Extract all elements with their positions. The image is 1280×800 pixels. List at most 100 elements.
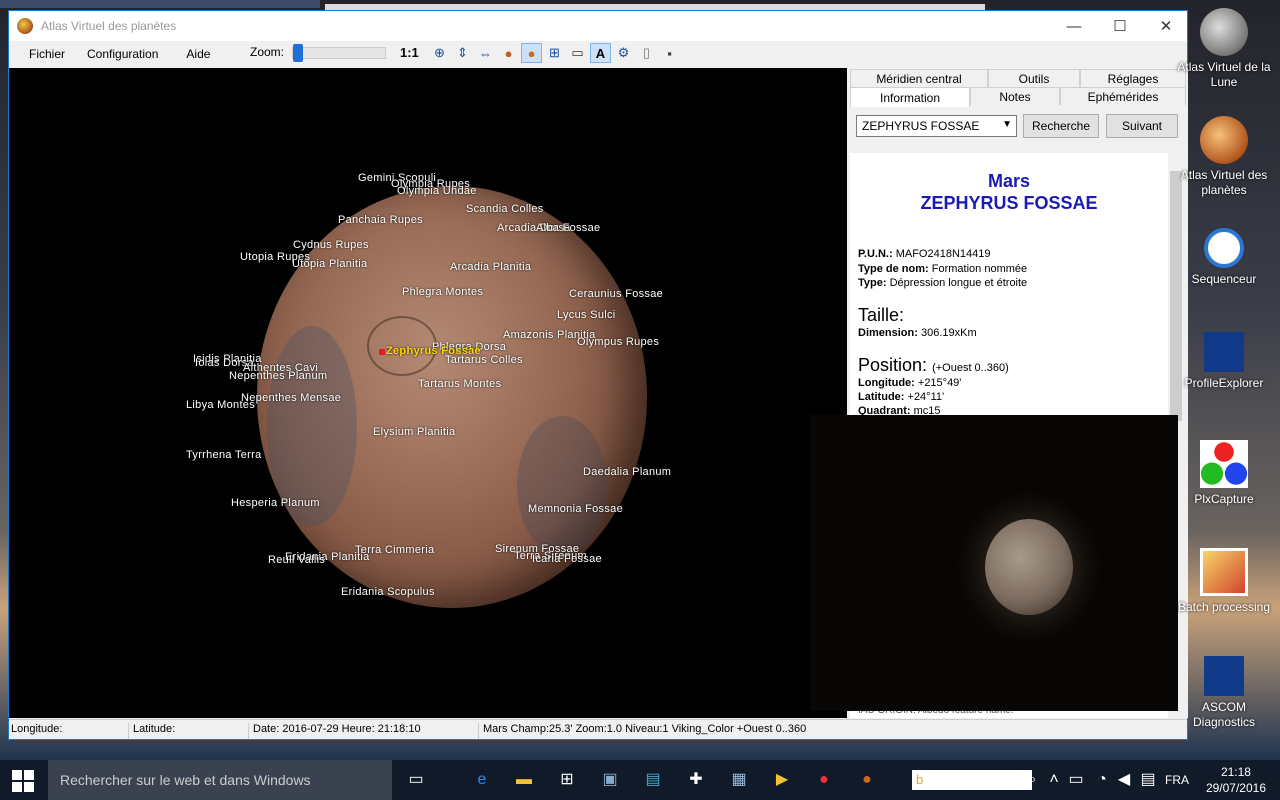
flip-horizontal-icon[interactable]: ⇔ (475, 43, 496, 63)
map-feature-label[interactable]: Icaria Fossae (532, 553, 602, 565)
map-feature-label[interactable]: Terra Cimmeria (355, 544, 434, 556)
desktop-icon-batch-processing[interactable]: Batch processing (1176, 548, 1272, 615)
map-feature-label[interactable]: Tartarus Montes (418, 378, 501, 390)
dimension-value: 306.19xKm (920, 327, 977, 339)
ascom-icon (1204, 332, 1244, 372)
planet-view-icon[interactable]: ● (521, 43, 542, 63)
map-feature-label[interactable]: Alba Fossae (536, 222, 600, 234)
language-indicator[interactable]: FRA (1162, 768, 1192, 792)
desktop-icon-atlas-lune[interactable]: Atlas Virtuel de la Lune (1176, 8, 1272, 90)
map-feature-label[interactable]: Lycus Sulci (557, 309, 616, 321)
map-feature-label[interactable]: Cydnus Rupes (293, 239, 369, 251)
menu-aide[interactable]: Aide (176, 47, 220, 61)
capture-preview-window[interactable] (810, 415, 1178, 711)
desktop-icon-sequenceur[interactable]: Sequenceur (1176, 228, 1272, 287)
map-feature-label[interactable]: Olympia Undae (397, 185, 477, 197)
taskbar-search-input[interactable]: Rechercher sur le web et dans Windows (48, 760, 392, 800)
windows-start-icon[interactable] (12, 770, 34, 792)
desktop-icon-label: ProfileExplorer (1184, 376, 1264, 390)
albedo-dark-region (267, 326, 357, 526)
clock-time: 21:18 (1220, 765, 1251, 779)
moon-icon (1200, 8, 1248, 56)
map-feature-label[interactable]: Ceraunius Fossae (569, 288, 663, 300)
status-datetime: Date: 2016-07-29 Heure: 21:18:10 (251, 723, 479, 739)
next-button[interactable]: Suivant (1106, 114, 1178, 138)
rgb-balls-icon (1200, 440, 1248, 488)
wifi-icon[interactable]: ◔ (1090, 768, 1114, 792)
task-view-icon[interactable]: ▭ (404, 768, 428, 792)
map-feature-label[interactable]: Daedalia Planum (583, 466, 671, 478)
plus-app-icon[interactable]: ✚ (684, 768, 708, 792)
desktop-icon-atlas-planetes[interactable]: Atlas Virtuel des planètes (1176, 116, 1272, 198)
zoom-1to1-button[interactable]: 1:1 (400, 45, 419, 60)
planet-map-view[interactable]: Gemini Scopuli Olympia Rupes Olympia Undae… (9, 68, 847, 718)
map-feature-label[interactable]: Hesperia Planum (231, 497, 320, 509)
menu-fichier[interactable]: Fichier (19, 47, 75, 61)
grid-globe-icon[interactable]: ⊞ (544, 43, 565, 63)
atlas-taskbar-icon[interactable]: ● (855, 768, 879, 792)
position-heading: Position: (858, 355, 928, 375)
media-player-icon[interactable]: ▶ (770, 768, 794, 792)
map-feature-label[interactable]: Tartarus Colles (445, 354, 523, 366)
albedo-dark-region (517, 416, 607, 556)
menu-configuration[interactable]: Configuration (77, 47, 168, 61)
tab-outils[interactable]: Outils (988, 69, 1080, 87)
tab-notes[interactable]: Notes (970, 87, 1060, 105)
zoom-slider-thumb[interactable] (292, 44, 303, 62)
zoom-slider[interactable] (292, 44, 386, 62)
file-explorer-icon[interactable]: ▬ (512, 768, 536, 792)
remote-desktop-icon[interactable]: ▣ (598, 768, 622, 792)
labels-text-icon[interactable]: A (590, 43, 611, 63)
flip-vertical-icon[interactable]: ⇕ (452, 43, 473, 63)
title-bar[interactable]: Atlas Virtuel des planètes — ☐ ✕ (9, 11, 1187, 41)
search-button[interactable]: Recherche (1023, 114, 1099, 138)
notes-page-icon[interactable]: ▯ (636, 43, 657, 63)
desktop-icon-profileexplorer[interactable]: ProfileExplorer (1176, 332, 1272, 391)
map-feature-label[interactable]: Arcadia Planitia (450, 261, 531, 273)
tab-information[interactable]: Information (850, 87, 970, 107)
planet-texture-icon[interactable]: ● (498, 43, 519, 63)
type-nom-label: Type de nom: (858, 263, 929, 275)
map-feature-label[interactable]: Scandia Colles (466, 203, 544, 215)
zoom-label: Zoom: (250, 45, 285, 59)
map-feature-label[interactable]: Tyrrhena Terra (186, 449, 262, 461)
crosshair-icon[interactable]: ⊕ (429, 43, 450, 63)
desktop-icon-ascom-diagnostics[interactable]: ASCOM Diagnostics (1176, 656, 1272, 730)
map-feature-label[interactable]: Eridania Scopulus (341, 586, 435, 598)
bing-search-box[interactable]: b (912, 770, 1032, 790)
feature-select[interactable]: ZEPHYRUS FOSSAE ▼ (856, 115, 1017, 137)
maximize-button[interactable]: ☐ (1097, 11, 1143, 41)
planet-icon (1200, 116, 1248, 164)
map-feature-label[interactable]: Memnonia Fossae (528, 503, 623, 515)
map-feature-label[interactable]: Phlegra Montes (402, 286, 483, 298)
tab-meridien-central[interactable]: Méridien central (850, 69, 988, 87)
printer-icon[interactable]: ▦ (727, 768, 751, 792)
battery-icon[interactable]: ▭ (1064, 768, 1088, 792)
volume-icon[interactable]: ◀ (1112, 768, 1136, 792)
settings-gear-icon[interactable]: ⚙ (613, 43, 634, 63)
map-feature-label[interactable]: Nepenthes Mensae (241, 392, 341, 404)
desktop-icon-label: Batch processing (1177, 600, 1271, 614)
search-icon[interactable]: ⌕ (1020, 768, 1044, 792)
map-feature-label[interactable]: Elysium Planitia (373, 426, 455, 438)
map-feature-label[interactable]: Panchaia Rupes (338, 214, 423, 226)
control-panel-icon[interactable]: ▤ (641, 768, 665, 792)
chevron-up-icon[interactable]: ˄ (1042, 768, 1066, 792)
ruler-icon[interactable]: ▭ (567, 43, 588, 63)
plxcapture-taskbar-icon[interactable]: ● (812, 768, 836, 792)
map-feature-label[interactable]: Nepenthes Planum (229, 370, 327, 382)
edge-browser-icon[interactable]: e (470, 768, 494, 792)
tab-reglages[interactable]: Réglages (1080, 69, 1186, 87)
desktop-icon-plxcapture[interactable]: PlxCapture (1176, 440, 1272, 507)
tab-ephemerides[interactable]: Ephémérides (1060, 87, 1186, 105)
minimize-button[interactable]: — (1051, 11, 1097, 41)
image-icon[interactable]: ▪ (659, 43, 680, 63)
feature-name: ZEPHYRUS FOSSAE (920, 193, 1098, 213)
map-feature-label[interactable]: Reull Vallis (268, 554, 325, 566)
notification-icon[interactable]: ▤ (1136, 768, 1160, 792)
desktop-icon-label: Atlas Virtuel des planètes (1180, 168, 1268, 197)
clock[interactable]: 21:18 29/07/2016 (1206, 764, 1266, 796)
map-feature-label[interactable]: Olympus Rupes (577, 336, 659, 348)
map-feature-label[interactable]: Utopia Planitia (292, 258, 367, 270)
store-icon[interactable]: ⊞ (555, 768, 579, 792)
